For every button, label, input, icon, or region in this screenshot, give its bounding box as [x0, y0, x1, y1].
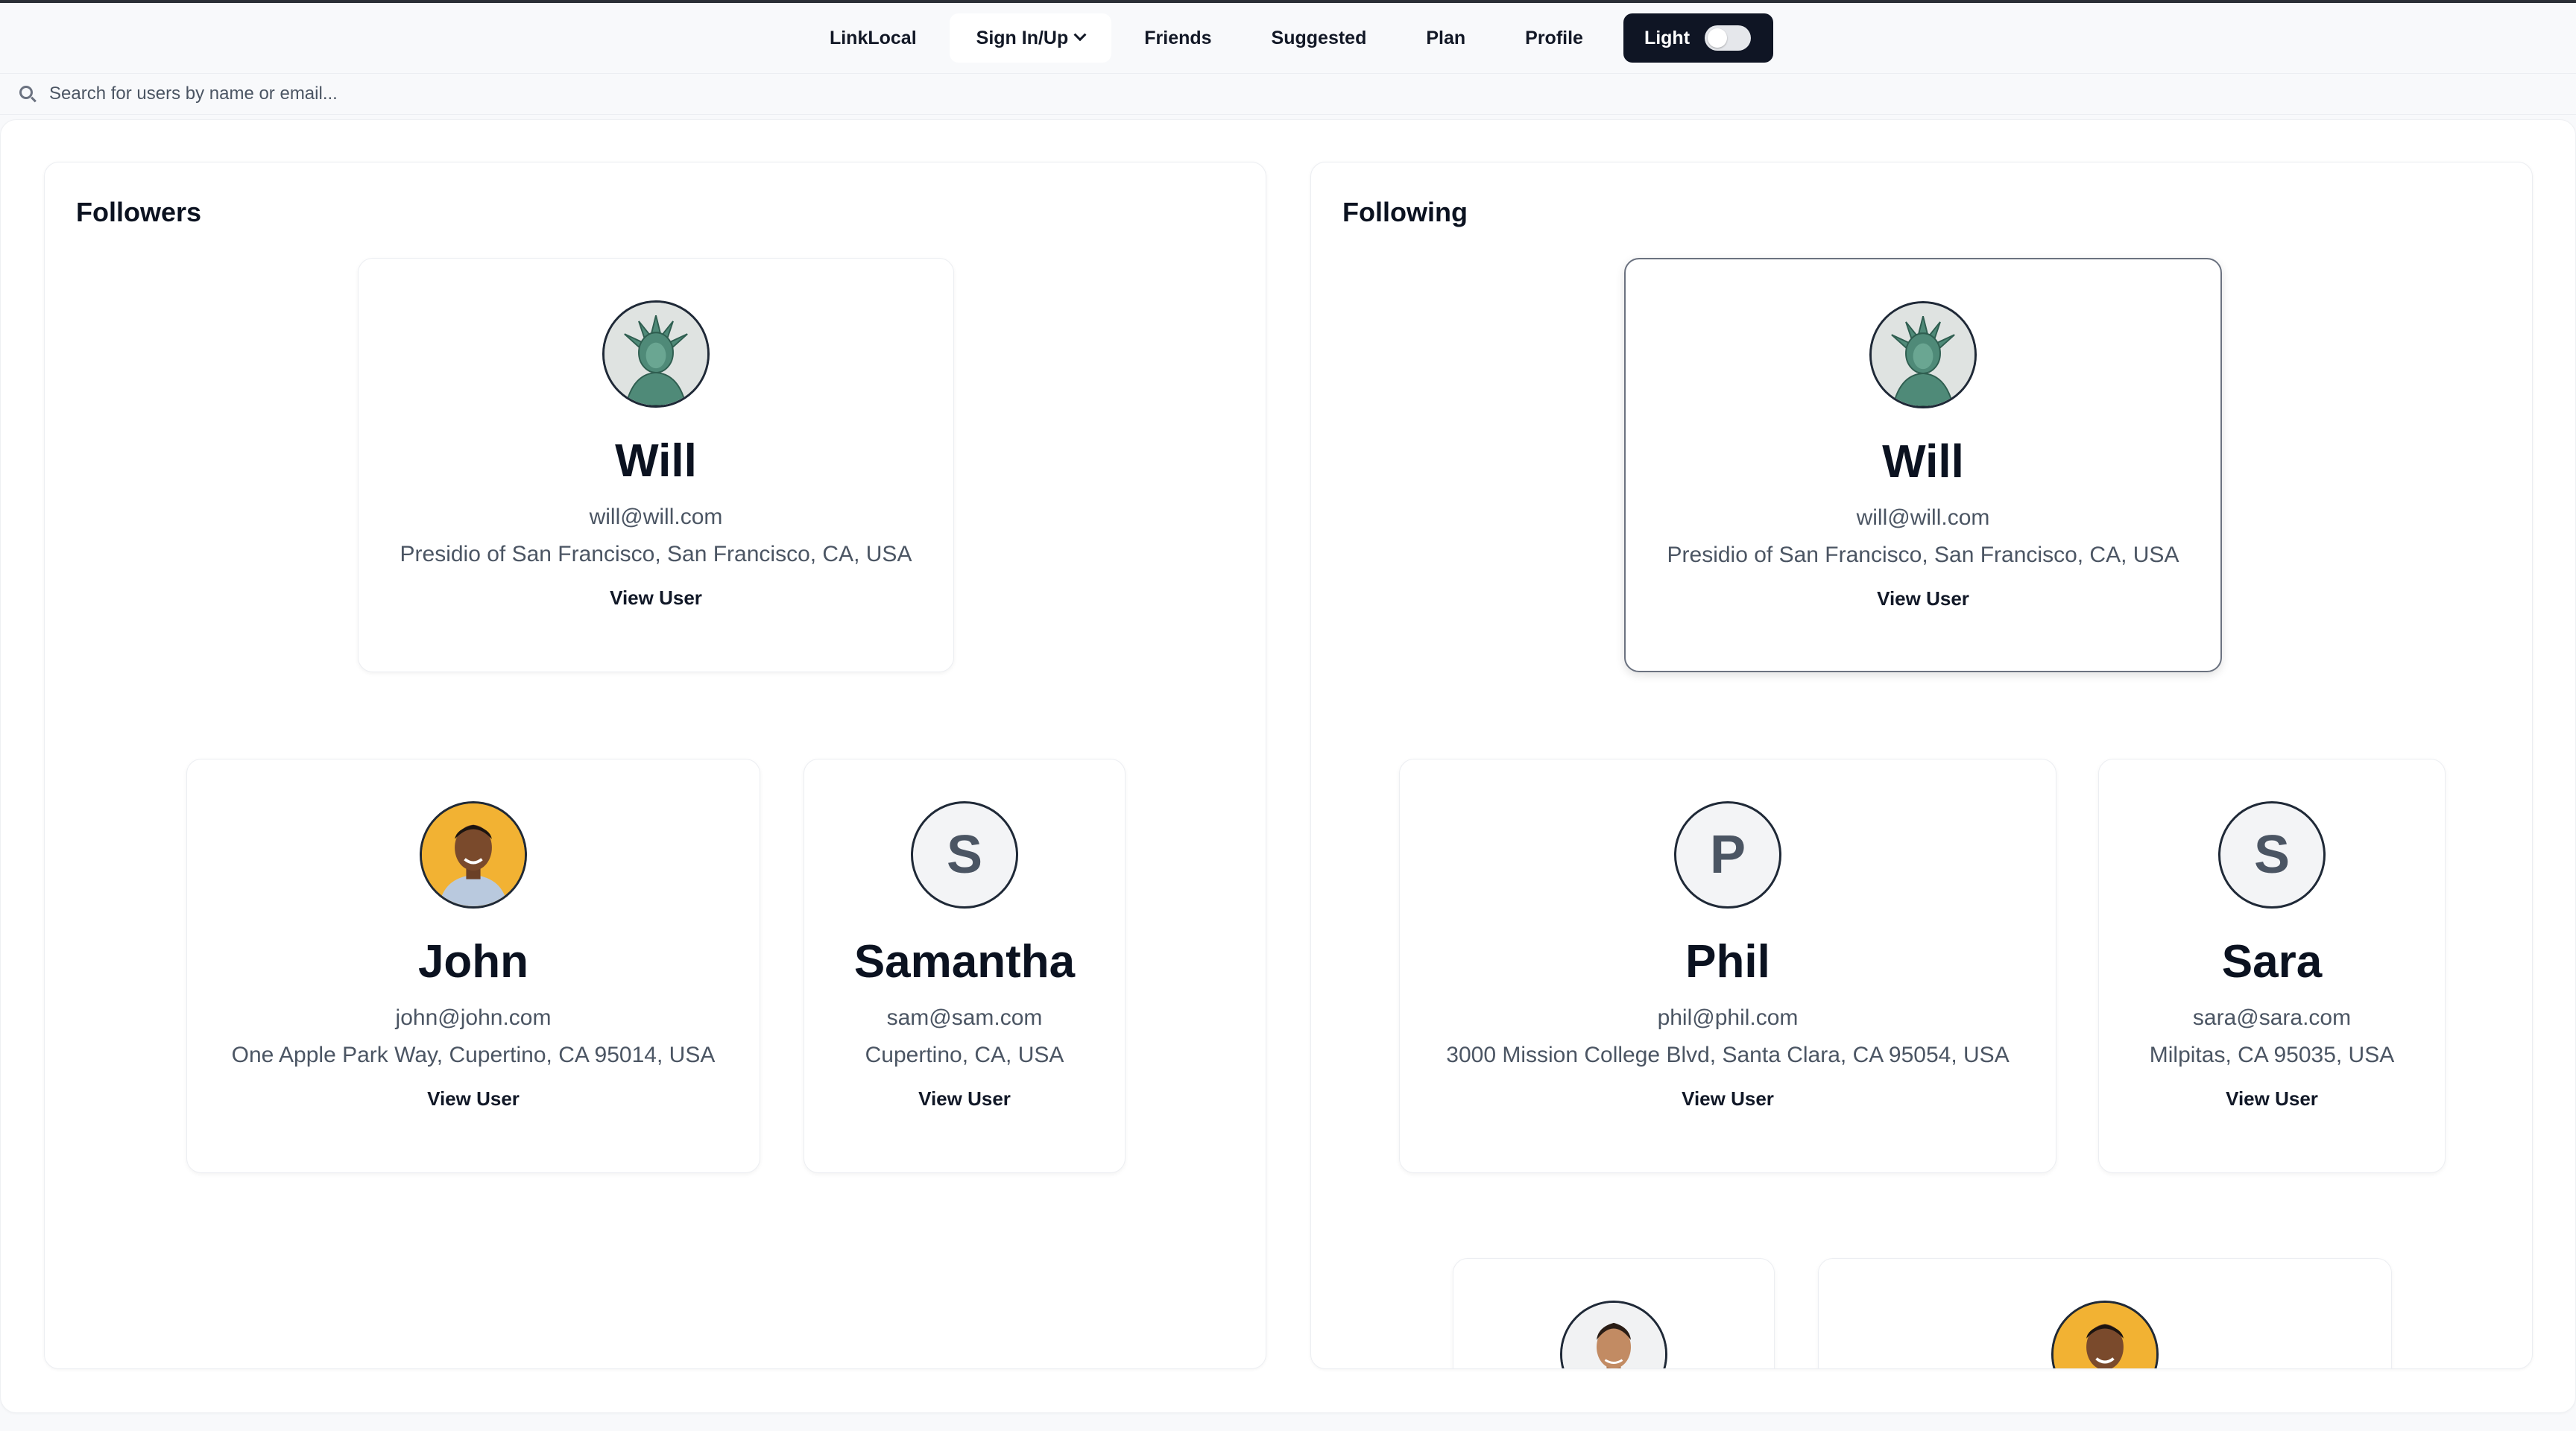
view-user-button[interactable]: View User — [2099, 1087, 2445, 1111]
avatar-initial: S — [911, 801, 1018, 909]
user-email: phil@phil.com — [1657, 1005, 1799, 1030]
user-address: Cupertino, CA, USA — [865, 1043, 1064, 1067]
view-user-button[interactable]: View User — [1400, 1087, 2056, 1111]
user-email: will@will.com — [1856, 505, 1990, 530]
user-email: john@john.com — [395, 1005, 552, 1030]
user-name: Will — [615, 435, 697, 487]
user-address: One Apple Park Way, Cupertino, CA 95014,… — [231, 1043, 716, 1067]
nav-items: LinkLocal Sign In/Up Friends Suggested P… — [803, 13, 1774, 63]
search-input[interactable] — [49, 83, 1093, 104]
nav-sign-in-dropdown[interactable]: Sign In/Up — [949, 13, 1112, 63]
switch-knob — [1708, 28, 1728, 48]
user-name: Sara — [2221, 936, 2323, 988]
search-bar — [0, 73, 2576, 115]
following-title: Following — [1342, 197, 1468, 227]
user-address: Presidio of San Francisco, San Francisco… — [400, 542, 912, 566]
user-card-will: Will will@will.com Presidio of San Franc… — [1624, 258, 2222, 672]
chevron-down-icon — [1073, 28, 1087, 42]
user-email: sara@sara.com — [2192, 1005, 2352, 1030]
user-card-partial — [1818, 1258, 2392, 1368]
statue-avatar-image — [1872, 303, 1974, 406]
user-address: 3000 Mission College Blvd, Santa Clara, … — [1446, 1043, 2010, 1067]
view-user-button[interactable]: View User — [359, 587, 953, 610]
user-name: Will — [1882, 436, 1964, 487]
nav-profile[interactable]: Profile — [1498, 13, 1610, 63]
user-name: Samantha — [853, 936, 1076, 988]
nav-brand-link[interactable]: LinkLocal — [803, 13, 944, 63]
avatar — [1869, 301, 1977, 408]
view-user-button[interactable]: View User — [187, 1087, 760, 1111]
theme-switch[interactable] — [1705, 25, 1752, 51]
user-address: Milpitas, CA 95035, USA — [2149, 1043, 2395, 1067]
followers-panel: Followers Will will@will.com Presidio of… — [44, 162, 1266, 1369]
top-navigation: LinkLocal Sign In/Up Friends Suggested P… — [0, 3, 2576, 73]
user-email: will@will.com — [589, 505, 723, 529]
user-card-john: John john@john.com One Apple Park Way, C… — [186, 759, 760, 1173]
user-card-partial — [1453, 1258, 1775, 1368]
person-avatar-image — [1562, 1303, 1665, 1368]
nav-plan[interactable]: Plan — [1399, 13, 1492, 63]
followers-title: Followers — [76, 197, 202, 227]
main-content: Followers Will will@will.com Presidio of… — [0, 119, 2576, 1413]
nav-suggested[interactable]: Suggested — [1245, 13, 1394, 63]
avatar — [2051, 1301, 2159, 1368]
avatar-initial: S — [2218, 801, 2326, 909]
user-card-will: Will will@will.com Presidio of San Franc… — [358, 258, 954, 672]
avatar — [420, 801, 527, 909]
sign-in-label: Sign In/Up — [976, 28, 1069, 48]
user-card-sara: S Sara sara@sara.com Milpitas, CA 95035,… — [2098, 759, 2446, 1173]
following-panel: Following Will will@will.com Presidio of… — [1310, 162, 2533, 1369]
user-card-samantha: S Samantha sam@sam.com Cupertino, CA, US… — [804, 759, 1126, 1173]
person-avatar-image — [422, 803, 525, 906]
user-name: John — [417, 936, 529, 988]
nav-friends[interactable]: Friends — [1117, 13, 1238, 63]
avatar — [602, 300, 710, 408]
theme-label: Light — [1644, 27, 1690, 48]
theme-toggle[interactable]: Light — [1623, 13, 1774, 63]
person-avatar-image — [2053, 1303, 2156, 1368]
view-user-button[interactable]: View User — [804, 1087, 1125, 1111]
user-email: sam@sam.com — [886, 1005, 1043, 1030]
statue-avatar-image — [604, 303, 707, 405]
user-name: Phil — [1685, 936, 1770, 988]
search-icon — [18, 84, 37, 104]
avatar — [1560, 1301, 1667, 1368]
view-user-button[interactable]: View User — [1626, 587, 2220, 610]
avatar-initial: P — [1674, 801, 1781, 909]
user-card-phil: P Phil phil@phil.com 3000 Mission Colleg… — [1399, 759, 2056, 1173]
user-address: Presidio of San Francisco, San Francisco… — [1667, 543, 2179, 567]
